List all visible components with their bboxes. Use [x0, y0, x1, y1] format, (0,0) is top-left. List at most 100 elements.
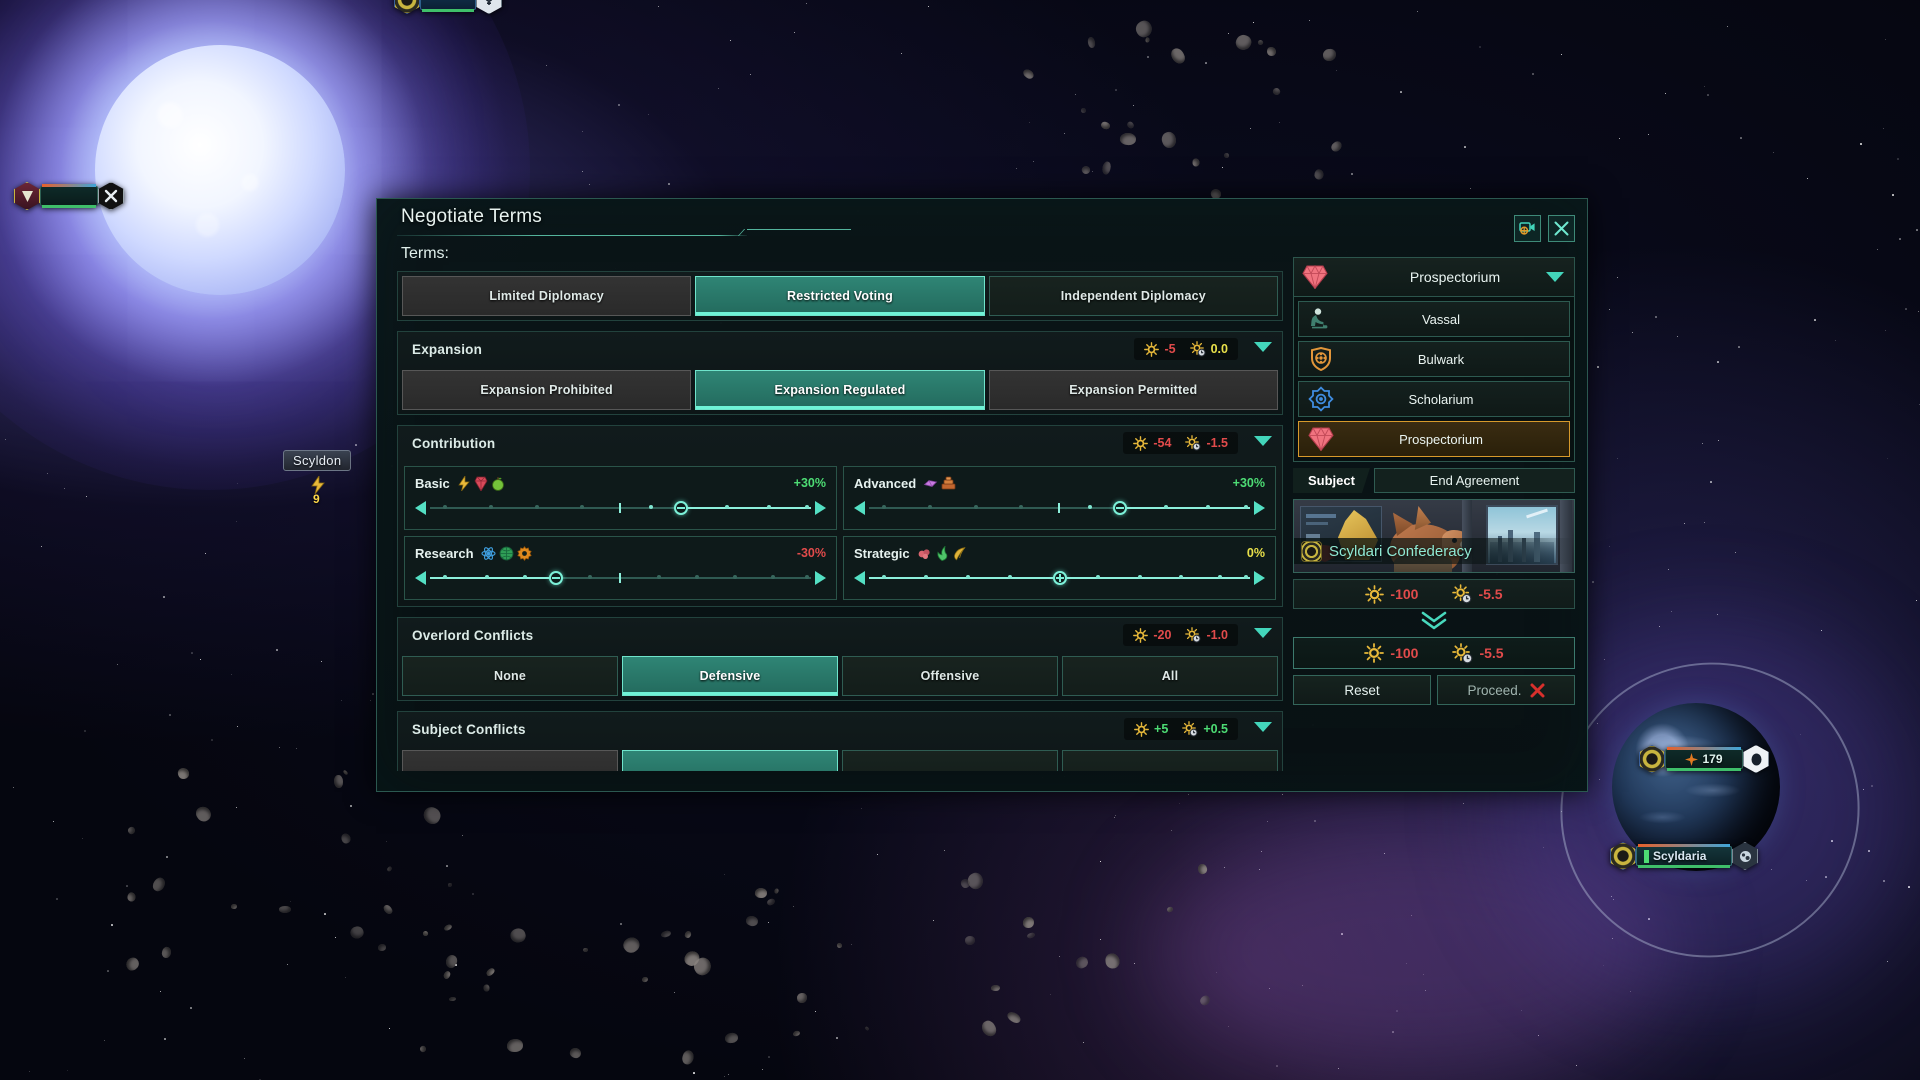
- slider-track[interactable]: [854, 497, 1265, 519]
- slider-advanced[interactable]: Advanced +30%: [843, 466, 1276, 530]
- slider-track[interactable]: [854, 567, 1265, 589]
- subject-panel: Prospectorium Vassal Bulwark Scholarium …: [1293, 257, 1575, 705]
- chevron-down-icon[interactable]: [1546, 272, 1564, 282]
- empire-flag-icon: [14, 182, 40, 210]
- window-header: Negotiate Terms: [377, 199, 1587, 245]
- option-offensive[interactable]: Offensive: [842, 656, 1058, 696]
- fleet-power-icon: [1685, 752, 1699, 766]
- title-rule: [397, 235, 747, 236]
- slider-handle[interactable]: [1113, 501, 1128, 515]
- slider-decrease-arrow[interactable]: [415, 501, 426, 515]
- cost-value: -100: [1390, 645, 1419, 661]
- planet-fleet-bar[interactable]: 179: [1639, 745, 1769, 773]
- option-none[interactable]: None: [402, 656, 618, 696]
- slider-track[interactable]: [415, 497, 826, 519]
- chevron-down-icon[interactable]: [1254, 436, 1272, 446]
- subject-type-scholarium[interactable]: Scholarium: [1298, 381, 1570, 417]
- option-expansion-permitted[interactable]: Expansion Permitted: [988, 370, 1278, 410]
- negotiate-terms-window: Negotiate Terms Terms: Limited Diplomacy…: [376, 198, 1588, 792]
- proceed-label: Proceed.: [1467, 682, 1522, 698]
- slider-label: Basic: [415, 475, 450, 491]
- cost-influence-flat: -5: [1144, 341, 1176, 357]
- subject-portrait-card[interactable]: Scyldari Confederacy: [1293, 499, 1575, 573]
- reset-button[interactable]: Reset: [1293, 675, 1431, 705]
- cost-influence-monthly: 0.0: [1189, 341, 1228, 357]
- slider-increase-arrow[interactable]: [815, 571, 826, 585]
- star-surface-texture: [95, 45, 345, 295]
- slider-handle[interactable]: [674, 501, 689, 515]
- cost-value: -20: [1153, 628, 1172, 642]
- slider-research[interactable]: Research -30%: [404, 536, 837, 600]
- slider-rail[interactable]: [869, 501, 1250, 515]
- subject-type-bulwark[interactable]: Bulwark: [1298, 341, 1570, 377]
- slider-track[interactable]: [415, 567, 826, 589]
- slider-value: +30%: [1232, 476, 1265, 490]
- current-agreement-cost: -100 -5.5: [1293, 579, 1575, 609]
- bulwark-shield-icon: [1299, 347, 1343, 371]
- slider-decrease-arrow[interactable]: [415, 571, 426, 585]
- chevron-down-icon[interactable]: [1254, 342, 1272, 352]
- option-defensive[interactable]: Defensive: [622, 656, 838, 696]
- tab-end-agreement[interactable]: End Agreement: [1373, 468, 1575, 493]
- slider-handle[interactable]: [1052, 571, 1067, 585]
- influence-icon: [1133, 627, 1149, 643]
- option-none[interactable]: [402, 750, 618, 771]
- option-independent-diplomacy[interactable]: Independent Diplomacy: [988, 276, 1278, 316]
- option-offensive[interactable]: [842, 750, 1058, 771]
- slider-rail[interactable]: [869, 571, 1250, 585]
- influence-monthly-icon: [1182, 721, 1198, 737]
- expansion-costs: -5 0.0: [1134, 338, 1238, 360]
- section-overlord-conflicts: Overlord Conflicts -20 -1.0 None Defensi…: [397, 617, 1283, 701]
- planet-label-bar[interactable]: Scyldaria: [1610, 842, 1758, 870]
- society-icon: [499, 546, 514, 561]
- subject-type-vassal[interactable]: Vassal: [1298, 301, 1570, 337]
- option-all[interactable]: All: [1062, 656, 1278, 696]
- slider-strategic[interactable]: Strategic 0%: [843, 536, 1276, 600]
- slider-decrease-arrow[interactable]: [854, 501, 865, 515]
- motes-icon: [952, 546, 967, 561]
- tab-subject[interactable]: Subject: [1293, 468, 1370, 493]
- section-title: Overlord Conflicts: [412, 627, 534, 643]
- chevron-down-icon[interactable]: [1254, 628, 1272, 638]
- subject-type-prospectorium[interactable]: Prospectorium: [1298, 421, 1570, 457]
- subject-tabs: Subject End Agreement: [1293, 468, 1575, 493]
- proceed-button[interactable]: Proceed.: [1437, 675, 1575, 705]
- slider-handle[interactable]: [548, 571, 563, 585]
- option-defensive[interactable]: [622, 750, 838, 771]
- fleet-bar-top[interactable]: [394, 0, 502, 14]
- subject-type-dropdown[interactable]: Prospectorium: [1293, 257, 1575, 297]
- chevron-down-icon[interactable]: [1254, 722, 1272, 732]
- science-ship-icon: [476, 0, 502, 14]
- empire-emblem-icon: [1301, 540, 1322, 562]
- system-label-scyldon[interactable]: Scyldon: [283, 450, 352, 471]
- slider-rail[interactable]: [430, 571, 811, 585]
- slider-fill: [1120, 507, 1250, 509]
- section-contribution: Contribution -54 -1.5 Basic +30% Advance…: [397, 425, 1283, 607]
- camera-focus-icon[interactable]: [1514, 215, 1541, 242]
- slider-increase-arrow[interactable]: [815, 501, 826, 515]
- slider-increase-arrow[interactable]: [1254, 571, 1265, 585]
- option-expansion-regulated[interactable]: Expansion Regulated: [695, 370, 985, 410]
- option-restricted-voting[interactable]: Restricted Voting: [695, 276, 985, 316]
- cost-influence-flat: +5: [1134, 721, 1168, 737]
- cost-influence-monthly: +0.5: [1182, 721, 1228, 737]
- slider-rail[interactable]: [430, 501, 811, 515]
- slider-basic[interactable]: Basic +30%: [404, 466, 837, 530]
- slider-increase-arrow[interactable]: [1254, 501, 1265, 515]
- cost-influence-flat: -54: [1133, 435, 1171, 451]
- slider-label: Strategic: [854, 545, 910, 561]
- slider-label: Research: [415, 545, 474, 561]
- option-limited-diplomacy[interactable]: Limited Diplomacy: [402, 276, 692, 316]
- influence-monthly-icon: [1185, 627, 1201, 643]
- fleet-bar-construction[interactable]: [14, 182, 124, 210]
- slider-value: -30%: [796, 546, 826, 560]
- planet-name: Scyldaria: [1653, 849, 1707, 863]
- option-expansion-prohibited[interactable]: Expansion Prohibited: [402, 370, 692, 410]
- slider-decrease-arrow[interactable]: [854, 571, 865, 585]
- terms-list[interactable]: Limited Diplomacy Restricted Voting Inde…: [397, 271, 1283, 771]
- close-icon[interactable]: [1548, 215, 1575, 242]
- influence-icon: [1133, 435, 1149, 451]
- slider-fill: [430, 577, 556, 579]
- construction-ship-icon: [98, 182, 124, 210]
- option-all[interactable]: [1062, 750, 1278, 771]
